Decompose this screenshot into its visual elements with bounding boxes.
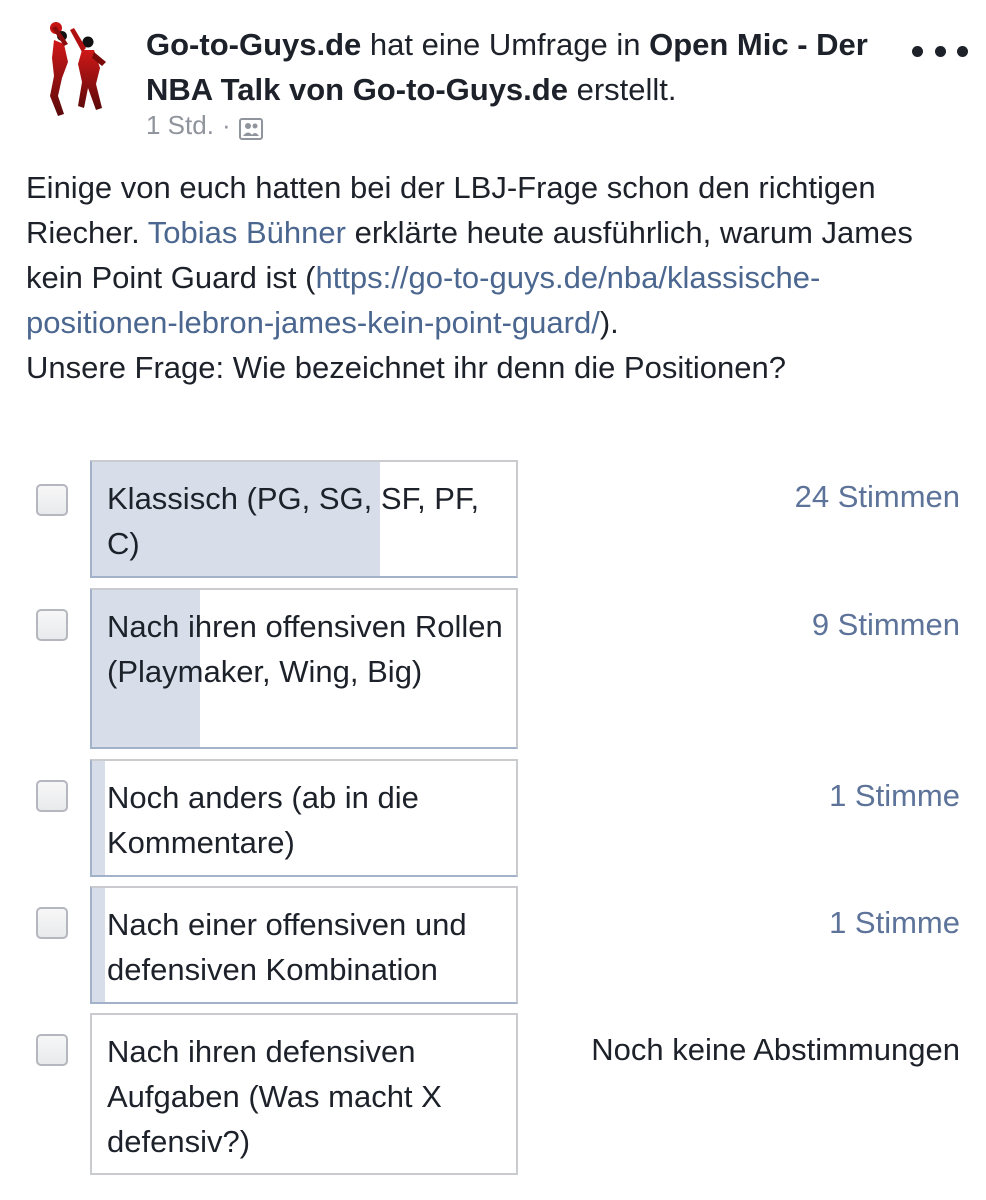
poll-option-box[interactable]: Nach einer offensiven und defensiven Kom… (90, 886, 518, 1004)
poll-option-box[interactable]: Klassisch (PG, SG, SF, PF, C) (90, 460, 518, 578)
post-body: Einige von euch hatten bei der LBJ-Frage… (26, 165, 971, 390)
action-text: hat eine Umfrage in (369, 27, 641, 62)
poll-option-label: Nach einer offensiven und defensiven Kom… (107, 907, 467, 987)
author-link[interactable]: Go-to-Guys.de (146, 27, 361, 62)
poll-option-label: Nach ihren defensiven Aufgaben (Was mach… (107, 1034, 442, 1159)
poll-option-votes[interactable]: 1 Stimme (829, 773, 960, 818)
action-suffix: erstellt. (576, 72, 677, 107)
poll-option-label: Noch anders (ab in die Kommentare) (107, 780, 419, 860)
body-text-3: ). (599, 305, 619, 340)
post-title: Go-to-Guys.de hat eine Umfrage in Open M… (146, 22, 886, 112)
meta-separator: · (221, 110, 231, 140)
poll-option-checkbox[interactable] (36, 484, 68, 516)
poll-option-box[interactable]: Nach ihren offensiven Rollen (Playmaker,… (90, 588, 518, 749)
mention-link[interactable]: Tobias Bühner (148, 215, 346, 250)
post-time[interactable]: 1 Std. (146, 108, 214, 142)
page-avatar[interactable] (44, 18, 110, 122)
poll-option-label: Klassisch (PG, SG, SF, PF, C) (107, 481, 480, 561)
poll-option-checkbox[interactable] (36, 780, 68, 812)
more-horizontal-icon (912, 45, 923, 57)
poll-option-checkbox[interactable] (36, 609, 68, 641)
more-dot (934, 45, 946, 57)
poll-option-votes[interactable]: 9 Stimmen (812, 602, 960, 647)
poll-option-votes[interactable]: 1 Stimme (829, 900, 960, 945)
poll-option-box[interactable]: Nach ihren defensiven Aufgaben (Was mach… (90, 1013, 518, 1175)
poll-question: Unsere Frage: Wie bezeichnet ihr denn di… (26, 350, 786, 385)
post-header: Go-to-Guys.de hat eine Umfrage in Open M… (0, 0, 986, 150)
poll-option-label: Nach ihren offensiven Rollen (Playmaker,… (107, 609, 503, 689)
basketball-players-logo-icon (50, 22, 106, 116)
poll-option-checkbox[interactable] (36, 1034, 68, 1066)
group-icon (238, 114, 263, 140)
poll-option-box[interactable]: Noch anders (ab in die Kommentare) (90, 759, 518, 877)
more-options-button[interactable] (912, 36, 968, 66)
poll-option-checkbox[interactable] (36, 907, 68, 939)
post-meta: 1 Std. · (146, 108, 263, 142)
more-dot (957, 45, 968, 57)
poll-option-votes: Noch keine Abstimmungen (591, 1032, 960, 1067)
poll-option-votes[interactable]: 24 Stimmen (795, 474, 960, 519)
